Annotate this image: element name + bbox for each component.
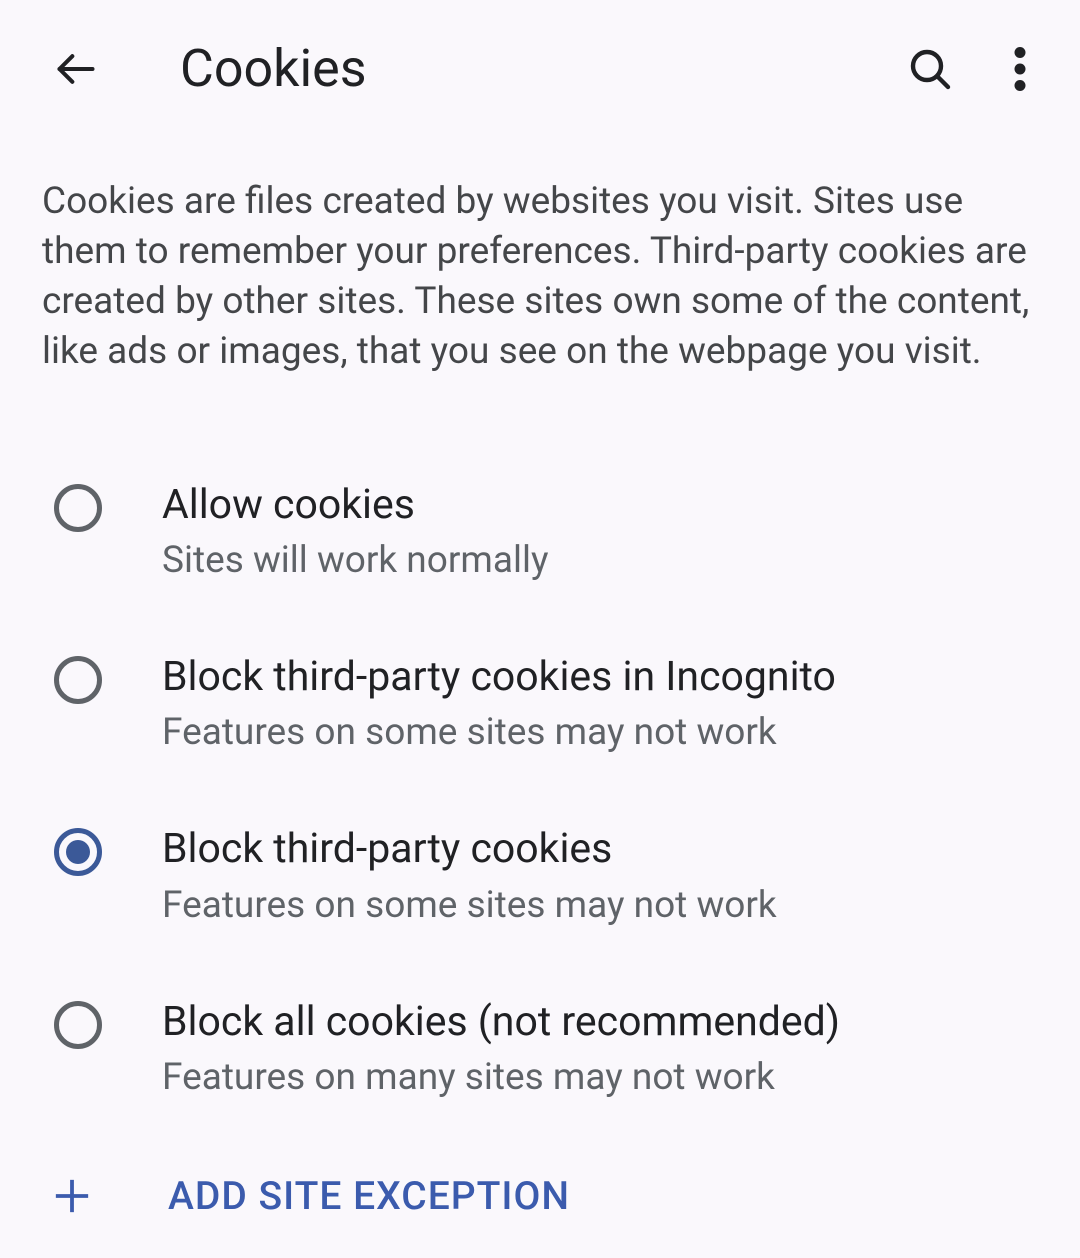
radio-indicator [54,1001,102,1049]
radio-indicator [54,484,102,532]
plus-icon [48,1172,96,1220]
option-content: Block all cookies (not recommended) Feat… [162,997,840,1099]
option-block-all-cookies[interactable]: Block all cookies (not recommended) Feat… [42,962,1038,1134]
arrow-left-icon [54,47,98,91]
option-content: Block third-party cookies in Incognito F… [162,652,836,754]
option-allow-cookies[interactable]: Allow cookies Sites will work normally [42,445,1038,617]
option-title: Allow cookies [162,480,548,531]
radio-indicator [54,828,102,876]
option-block-third-party-incognito[interactable]: Block third-party cookies in Incognito F… [42,617,1038,789]
add-exception-label: ADD SITE EXCEPTION [168,1173,570,1219]
option-title: Block third-party cookies [162,824,777,875]
option-subtitle: Features on many sites may not work [162,1056,840,1099]
option-block-third-party[interactable]: Block third-party cookies Features on so… [42,789,1038,961]
option-content: Allow cookies Sites will work normally [162,480,548,582]
back-button[interactable] [52,45,100,93]
cookie-options-list: Allow cookies Sites will work normally B… [0,407,1080,1134]
more-vert-icon [1014,47,1026,91]
option-subtitle: Features on some sites may not work [162,884,777,927]
search-button[interactable] [906,45,954,93]
add-site-exception-button[interactable]: ADD SITE EXCEPTION [0,1134,1080,1258]
option-subtitle: Sites will work normally [162,539,548,582]
search-icon [906,45,954,93]
option-title: Block all cookies (not recommended) [162,997,840,1048]
header-actions [906,45,1044,93]
option-subtitle: Features on some sites may not work [162,711,836,754]
more-button[interactable] [996,45,1044,93]
header: Cookies [0,0,1080,129]
radio-indicator [54,656,102,704]
cookies-description: Cookies are files created by websites yo… [0,129,1080,407]
option-title: Block third-party cookies in Incognito [162,652,836,703]
page-title: Cookies [180,38,906,99]
option-content: Block third-party cookies Features on so… [162,824,777,926]
